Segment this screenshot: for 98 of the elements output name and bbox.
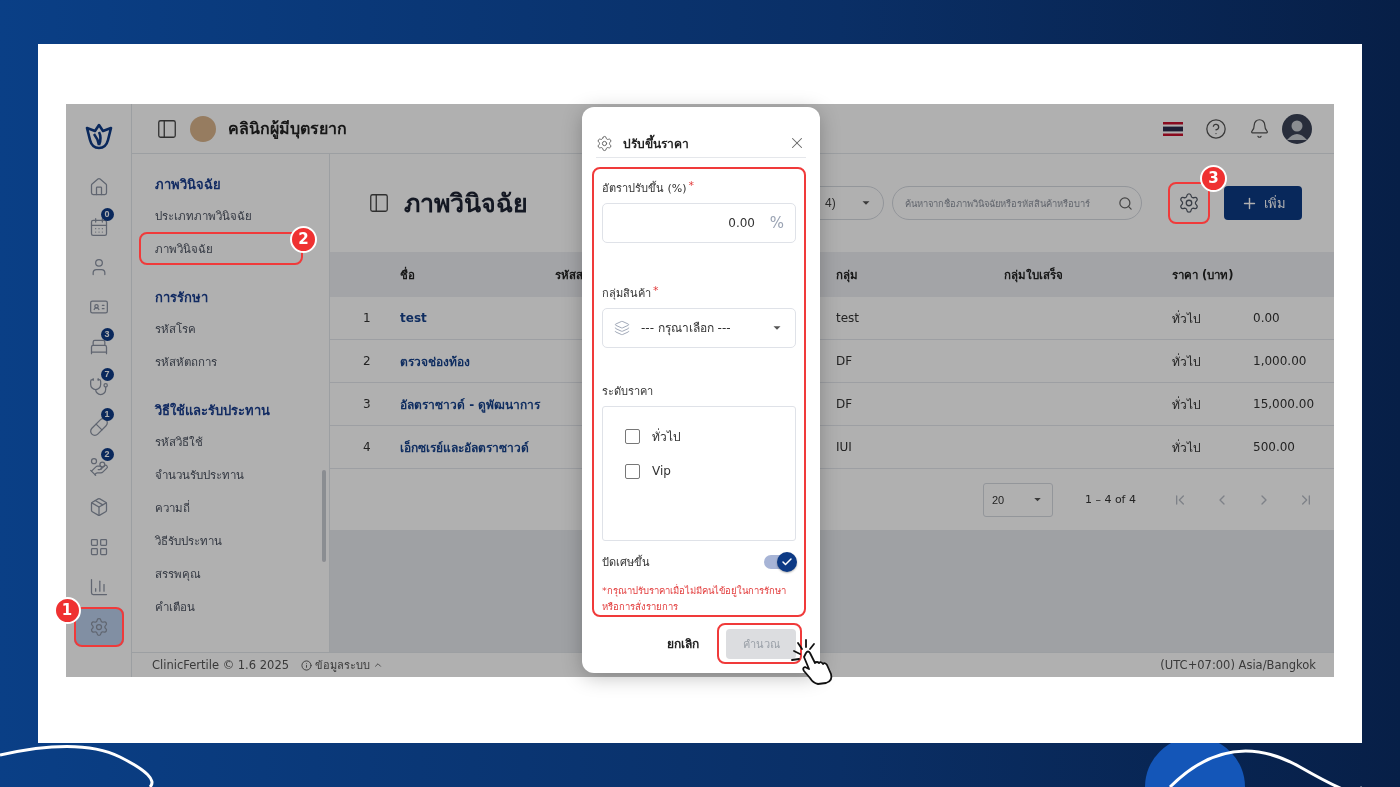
bar-chart-icon — [88, 577, 109, 597]
toggle-switch[interactable] — [764, 555, 794, 569]
required-mark: * — [653, 284, 659, 300]
table-cell-text: ทั่วไป — [1172, 352, 1202, 371]
step-number-badge: 3 — [1200, 165, 1227, 192]
option-label: Vip — [652, 464, 671, 479]
column-header: ราคา (บาท) — [1172, 266, 1235, 284]
submenu-item[interactable]: วิธีรับประทาน — [139, 524, 303, 557]
checkbox[interactable] — [625, 463, 640, 479]
calendar-icon — [88, 217, 109, 237]
settings-icon — [1178, 192, 1200, 214]
layers-icon — [614, 320, 630, 337]
photo-placeholder — [190, 115, 216, 142]
submenu-item[interactable]: รหัสวิธีใช้ — [139, 425, 303, 458]
table-cell-text: DF — [836, 397, 854, 411]
item-name-link[interactable]: อัลตราซาวด์ - ดูพัฒนาการ — [400, 394, 555, 414]
step-number-badge: 1 — [53, 597, 81, 624]
column-header: กลุ่ม — [836, 266, 859, 284]
panel-icon — [368, 192, 390, 214]
flag-icon[interactable] — [1163, 121, 1183, 136]
column-header: ชื่อ — [400, 265, 416, 284]
timezone-text: (UTC+07:00) Asia/Bangkok — [1160, 658, 1316, 672]
menu-section-heading: ภาพวินิจฉัย — [154, 176, 222, 194]
table-cell-text: DF — [836, 354, 854, 368]
field-label: ระดับราคา — [602, 383, 653, 400]
table-cell-text: 500.00 — [1253, 440, 1296, 454]
caret-up-icon — [373, 660, 383, 670]
row-number: 3 — [363, 397, 372, 411]
help-icon[interactable] — [1205, 117, 1227, 140]
column-header: รหัสส — [555, 266, 584, 284]
pagination-range: 1 – 4 of 4 — [1084, 493, 1136, 506]
submenu-item[interactable]: สรรพคุณ — [139, 557, 303, 590]
toggle-label: ปัดเศษขึ้น — [602, 554, 650, 571]
checkbox[interactable] — [625, 428, 640, 444]
submenu-item[interactable]: รหัสหัตถการ — [139, 345, 303, 378]
info-icon — [301, 659, 312, 671]
nav-rail-button[interactable]: 1 — [73, 408, 124, 446]
home-icon — [88, 177, 109, 197]
table-cell-text: 1,000.00 — [1253, 354, 1308, 368]
step-number-badge: 2 — [290, 226, 317, 253]
table-cell-text: 15,000.00 — [1253, 397, 1316, 411]
count-badge: 0 — [100, 208, 114, 221]
table-cell-text: ทั่วไป — [1172, 309, 1202, 328]
package-icon — [88, 497, 109, 517]
avatar-icon[interactable] — [1282, 113, 1312, 144]
table-cell-text: ทั่วไป — [1172, 395, 1202, 414]
count-badge: 1 — [100, 408, 114, 421]
notification-bell-icon[interactable] — [1249, 118, 1270, 139]
scrollbar-thumb[interactable] — [322, 470, 326, 562]
table-cell-text: IUI — [836, 440, 853, 454]
item-name-link[interactable]: ตรวจช่องท้อง — [400, 351, 555, 371]
menu-section-heading: การรักษา — [154, 289, 209, 307]
search-icon — [1118, 195, 1133, 211]
menu-section-heading: วิธีใช้และรับประทาน — [153, 401, 271, 420]
warning-note: *กรุณาปรับราคาเมื่อไม่มีคนไข้อยู่ในการรักษาหรือการสั่งรายการ — [602, 583, 787, 614]
row-number: 4 — [363, 440, 372, 454]
page-size-dropdown[interactable]: 20 — [982, 482, 1053, 517]
nav-rail-button[interactable]: 7 — [73, 368, 124, 406]
settings-icon — [88, 617, 109, 637]
add-button[interactable]: เพิ่ม — [1224, 186, 1302, 220]
sidebar-toggle-icon[interactable] — [156, 117, 178, 140]
field-label: กลุ่มสินค้า — [602, 286, 651, 303]
count-badge: 2 — [100, 448, 114, 461]
version-text: ClinicFertile © 1.6 2025 — [152, 658, 289, 672]
submenu-item[interactable]: คำเตือน — [139, 590, 303, 623]
table-cell-text: 0.00 — [1253, 311, 1281, 325]
submenu-item[interactable]: ความถี่ — [139, 491, 303, 524]
pill-icon — [88, 417, 109, 437]
column-header: กลุ่มใบเสร็จ — [1004, 266, 1064, 284]
dialog-title: ปรับขึ้นราคา — [623, 133, 690, 153]
percent-suffix: % — [769, 214, 784, 232]
cancel-button[interactable]: ยกเลิก — [667, 634, 699, 653]
required-mark: * — [688, 179, 695, 194]
count-badge: 7 — [100, 368, 114, 381]
item-name-link[interactable]: test — [400, 311, 555, 325]
nav-rail-button[interactable]: 2 — [73, 448, 124, 486]
settings-icon — [596, 134, 613, 152]
system-info-link[interactable]: ข้อมูลระบบ — [301, 656, 383, 674]
nav-rail-button[interactable]: 3 — [73, 328, 124, 366]
product-group-dropdown[interactable]: --- กรุณาเลือก --- — [602, 308, 796, 349]
nav-rail-button[interactable]: 0 — [73, 208, 124, 246]
option-label: ทั่วไป — [652, 427, 681, 446]
page-title: ภาพวินิจฉัย — [404, 188, 528, 220]
hand-coins-icon — [88, 457, 109, 477]
table-cell-text: ทั่วไป — [1172, 438, 1202, 457]
item-name-link[interactable]: เอ็กซเรย์และอัลตราซาวด์ — [400, 437, 555, 457]
submenu-item[interactable]: รหัสโรค — [139, 312, 303, 345]
stethoscope-icon — [88, 377, 109, 397]
row-number: 2 — [363, 354, 372, 368]
grid-icon — [88, 537, 109, 557]
count-badge: 3 — [100, 328, 114, 341]
field-label: อัตราปรับขึ้น (%) — [602, 180, 687, 197]
clinic-name: คลินิกผู้มีบุตรยาก — [228, 118, 347, 141]
check-icon — [781, 556, 793, 568]
table-cell-text: test — [836, 311, 861, 325]
row-number: 1 — [363, 311, 372, 325]
submenu-item[interactable]: จำนวนรับประทาน — [139, 458, 303, 491]
bed-icon — [88, 337, 109, 357]
